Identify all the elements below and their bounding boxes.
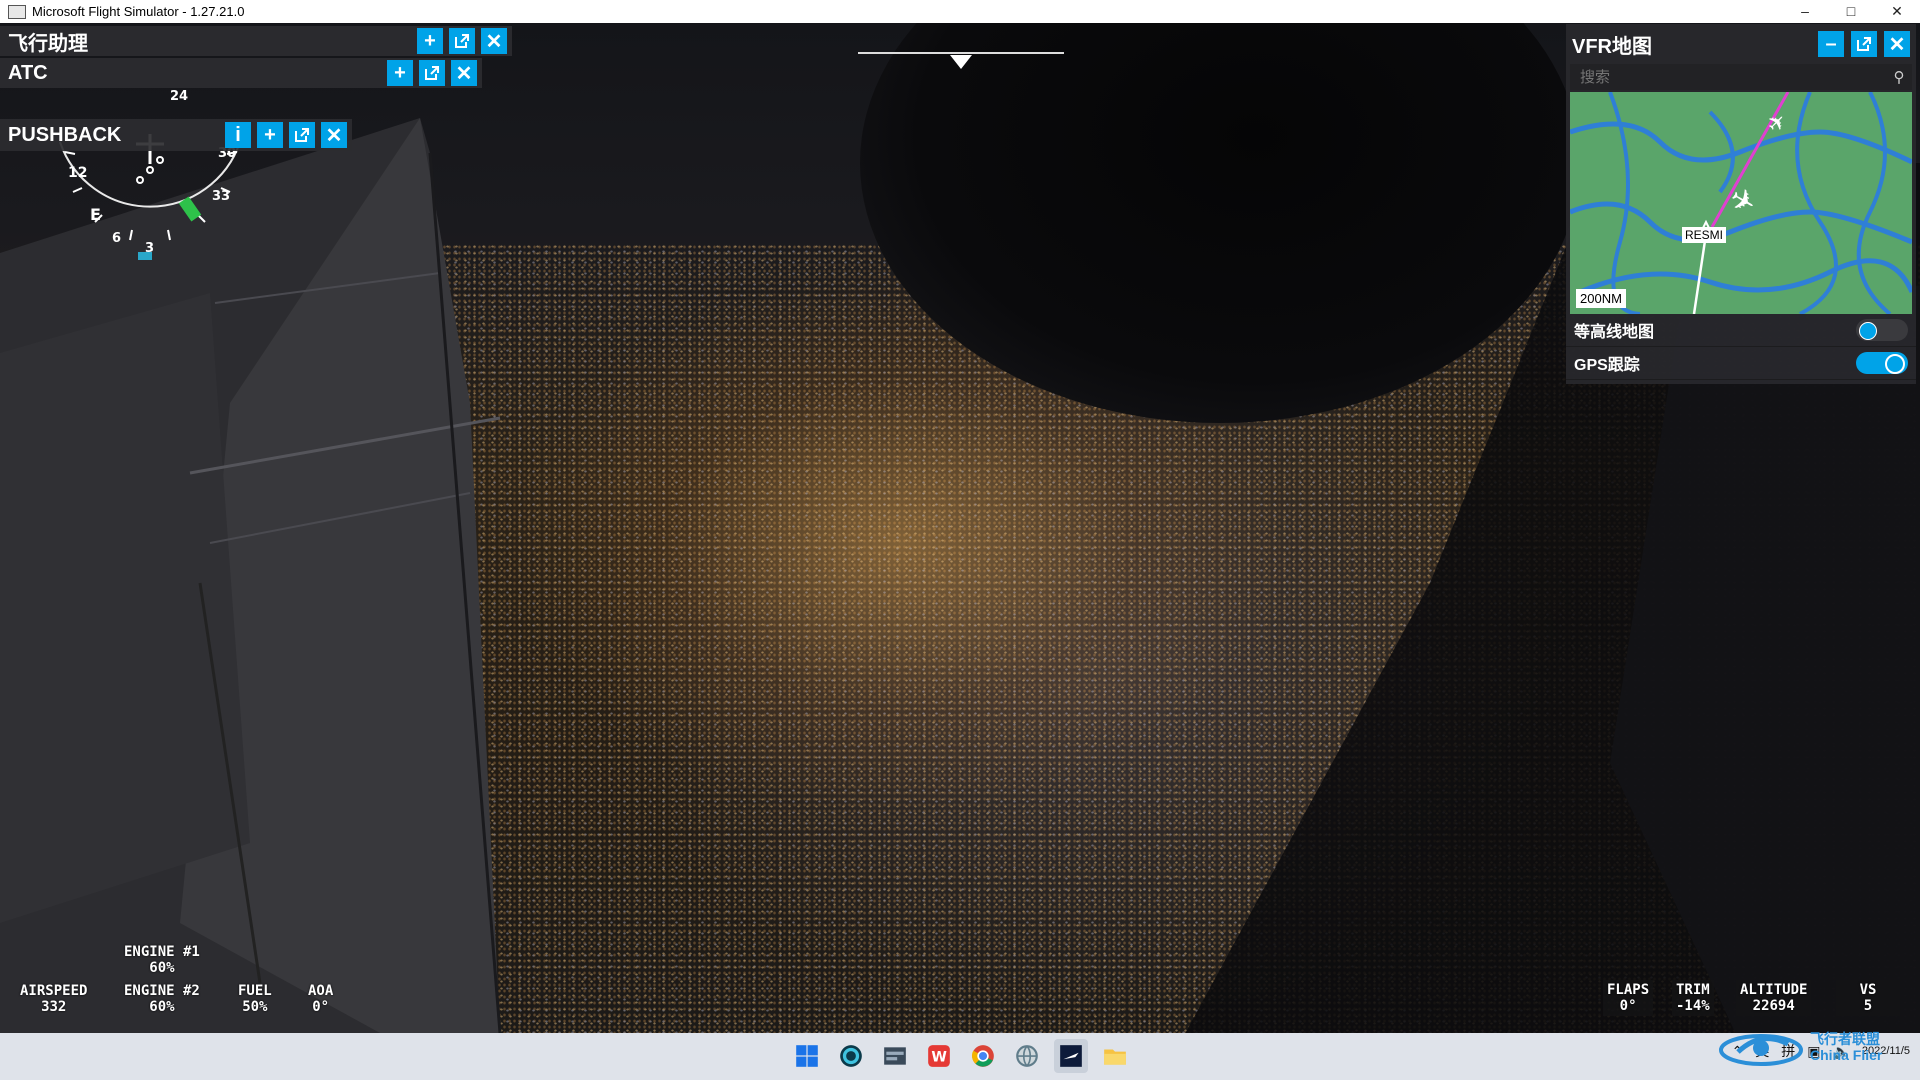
compass-label-33: 33 — [212, 189, 230, 204]
hud-flaps: FLAPS 0° — [1603, 980, 1654, 1016]
gps-track-toggle-row: GPS跟踪 — [1566, 347, 1916, 380]
flight-assistant-title: 飞行助理 — [8, 32, 88, 55]
flaps-value: 0° — [1619, 998, 1637, 1014]
map-scale: 200NM — [1576, 289, 1626, 308]
engine2-label: ENGINE #2 — [124, 983, 200, 999]
heading-compass: 12 E 6 3 33 24 30 — [59, 89, 241, 260]
vfr-map-search-input[interactable] — [1570, 67, 1886, 87]
engine1-value: 60% — [149, 960, 175, 976]
popout-icon — [295, 128, 309, 142]
pushback-close-button[interactable]: ✕ — [321, 122, 347, 148]
photos-app-icon[interactable] — [878, 1039, 912, 1073]
vs-value: 5 — [1863, 998, 1873, 1014]
compass-label-12: 12 — [68, 165, 87, 181]
hud-engine1: ENGINE #1 60% — [124, 944, 200, 976]
popout-icon — [1857, 37, 1871, 51]
toggle-knob — [1885, 354, 1905, 374]
atc-expand-button[interactable]: + — [387, 60, 413, 86]
pushback-popout-button[interactable] — [289, 122, 315, 148]
flight-assistant-panel: 飞行助理 + ✕ — [0, 26, 512, 56]
vfr-map-close-button[interactable]: ✕ — [1884, 31, 1910, 57]
pushback-panel: PUSHBACK i + ✕ — [0, 119, 352, 151]
wps-office-icon[interactable]: W — [922, 1039, 956, 1073]
window-controls: – □ ✕ — [1782, 3, 1920, 20]
window-title: Microsoft Flight Simulator - 1.27.21.0 — [32, 4, 245, 19]
hud-engine2: ENGINE #2 60% — [124, 983, 200, 1015]
taskbar-apps: W — [790, 1039, 1132, 1073]
altitude-value: 22694 — [1752, 998, 1795, 1014]
flaps-label: FLAPS — [1607, 982, 1650, 998]
globe-app-icon[interactable] — [1010, 1039, 1044, 1073]
atc-popout-button[interactable] — [419, 60, 445, 86]
airspeed-value: 332 — [41, 999, 67, 1015]
window-titlebar: Microsoft Flight Simulator - 1.27.21.0 –… — [0, 0, 1920, 23]
pushback-expand-button[interactable]: + — [257, 122, 283, 148]
maximize-window-button[interactable]: □ — [1828, 3, 1874, 20]
atc-close-button[interactable]: ✕ — [451, 60, 477, 86]
windows-logo-icon — [796, 1045, 818, 1067]
gps-track-toggle[interactable] — [1856, 352, 1908, 374]
waypoint-label: RESMI — [1682, 227, 1727, 243]
vfr-map-popout-button[interactable] — [1851, 31, 1877, 57]
china-flier-watermark: 飞行者联盟 China Flier — [1718, 1022, 1910, 1072]
gps-track-label: GPS跟踪 — [1574, 357, 1640, 374]
watermark-text: 飞行者联盟 China Flier — [1810, 1031, 1883, 1063]
flight-assistant-popout-button[interactable] — [449, 28, 475, 54]
atc-title: ATC — [8, 61, 48, 84]
trim-label: TRIM — [1676, 982, 1710, 998]
fuel-value: 50% — [242, 999, 268, 1015]
airspeed-label: AIRSPEED — [20, 983, 88, 999]
heading-marker-icon — [950, 55, 972, 69]
hud-trim: TRIM -14% — [1672, 980, 1714, 1016]
file-explorer-icon[interactable] — [1098, 1039, 1132, 1073]
flight-assistant-close-button[interactable]: ✕ — [481, 28, 507, 54]
popout-icon — [425, 66, 439, 80]
altitude-label: ALTITUDE — [1740, 982, 1808, 998]
vfr-map-view[interactable]: ✈ ✈ RESMI 200NM — [1570, 92, 1912, 314]
start-button[interactable] — [790, 1039, 824, 1073]
vfr-map-title: VFR地图 — [1572, 35, 1652, 58]
aoa-label: AOA — [308, 983, 334, 999]
contour-map-toggle[interactable] — [1856, 319, 1908, 341]
engine1-label: ENGINE #1 — [124, 944, 200, 960]
windows-taskbar: W ⌃ 英 拼 ▣ 🔈 2022/11/5 — [0, 1033, 1920, 1080]
aoa-value: 0° — [312, 999, 330, 1015]
flight-assistant-expand-button[interactable]: + — [417, 28, 443, 54]
close-window-button[interactable]: ✕ — [1874, 3, 1920, 20]
vfr-map-minimize-button[interactable]: – — [1818, 31, 1844, 57]
horizon-indicator-line — [858, 52, 1064, 54]
hud-fuel: FUEL 50% — [238, 983, 272, 1015]
cortana-icon[interactable] — [834, 1039, 868, 1073]
hud-vs: VS 5 — [1836, 980, 1900, 1016]
chrome-icon[interactable] — [966, 1039, 1000, 1073]
vfr-map-header: VFR地图 – ✕ — [1566, 24, 1916, 64]
china-flier-logo-icon — [1719, 1034, 1803, 1066]
search-icon[interactable]: ⚲ — [1886, 68, 1912, 86]
svg-text:W: W — [931, 1049, 947, 1065]
contour-map-toggle-row: 等高线地图 — [1566, 314, 1916, 347]
atc-panel: ATC + ✕ — [0, 58, 482, 88]
app-icon — [8, 4, 26, 19]
trim-value: -14% — [1676, 998, 1710, 1014]
hud-altitude: ALTITUDE 22694 — [1736, 980, 1812, 1016]
pushback-title: PUSHBACK — [8, 123, 122, 146]
hud-airspeed: AIRSPEED 332 — [20, 983, 87, 1015]
vs-label: VS — [1859, 982, 1877, 998]
flight-simulator-icon[interactable] — [1054, 1039, 1088, 1073]
engine2-value: 60% — [149, 999, 175, 1015]
contour-map-label: 等高线地图 — [1574, 324, 1655, 341]
fuel-label: FUEL — [238, 983, 272, 999]
compass-label-6: 6 — [112, 231, 121, 246]
hud-aoa: AOA 0° — [308, 983, 333, 1015]
compass-label-24: 24 — [170, 89, 188, 104]
pushback-info-button[interactable]: i — [225, 122, 251, 148]
popout-icon — [455, 34, 469, 48]
vfr-map-panel: VFR地图 – ✕ ⚲ ✈ ✈ RESMI 200NM — [1566, 24, 1916, 384]
compass-label-e: E — [90, 205, 101, 224]
vfr-map-search-bar: ⚲ — [1570, 64, 1912, 90]
minimize-window-button[interactable]: – — [1782, 3, 1828, 20]
toggle-knob — [1859, 322, 1877, 340]
